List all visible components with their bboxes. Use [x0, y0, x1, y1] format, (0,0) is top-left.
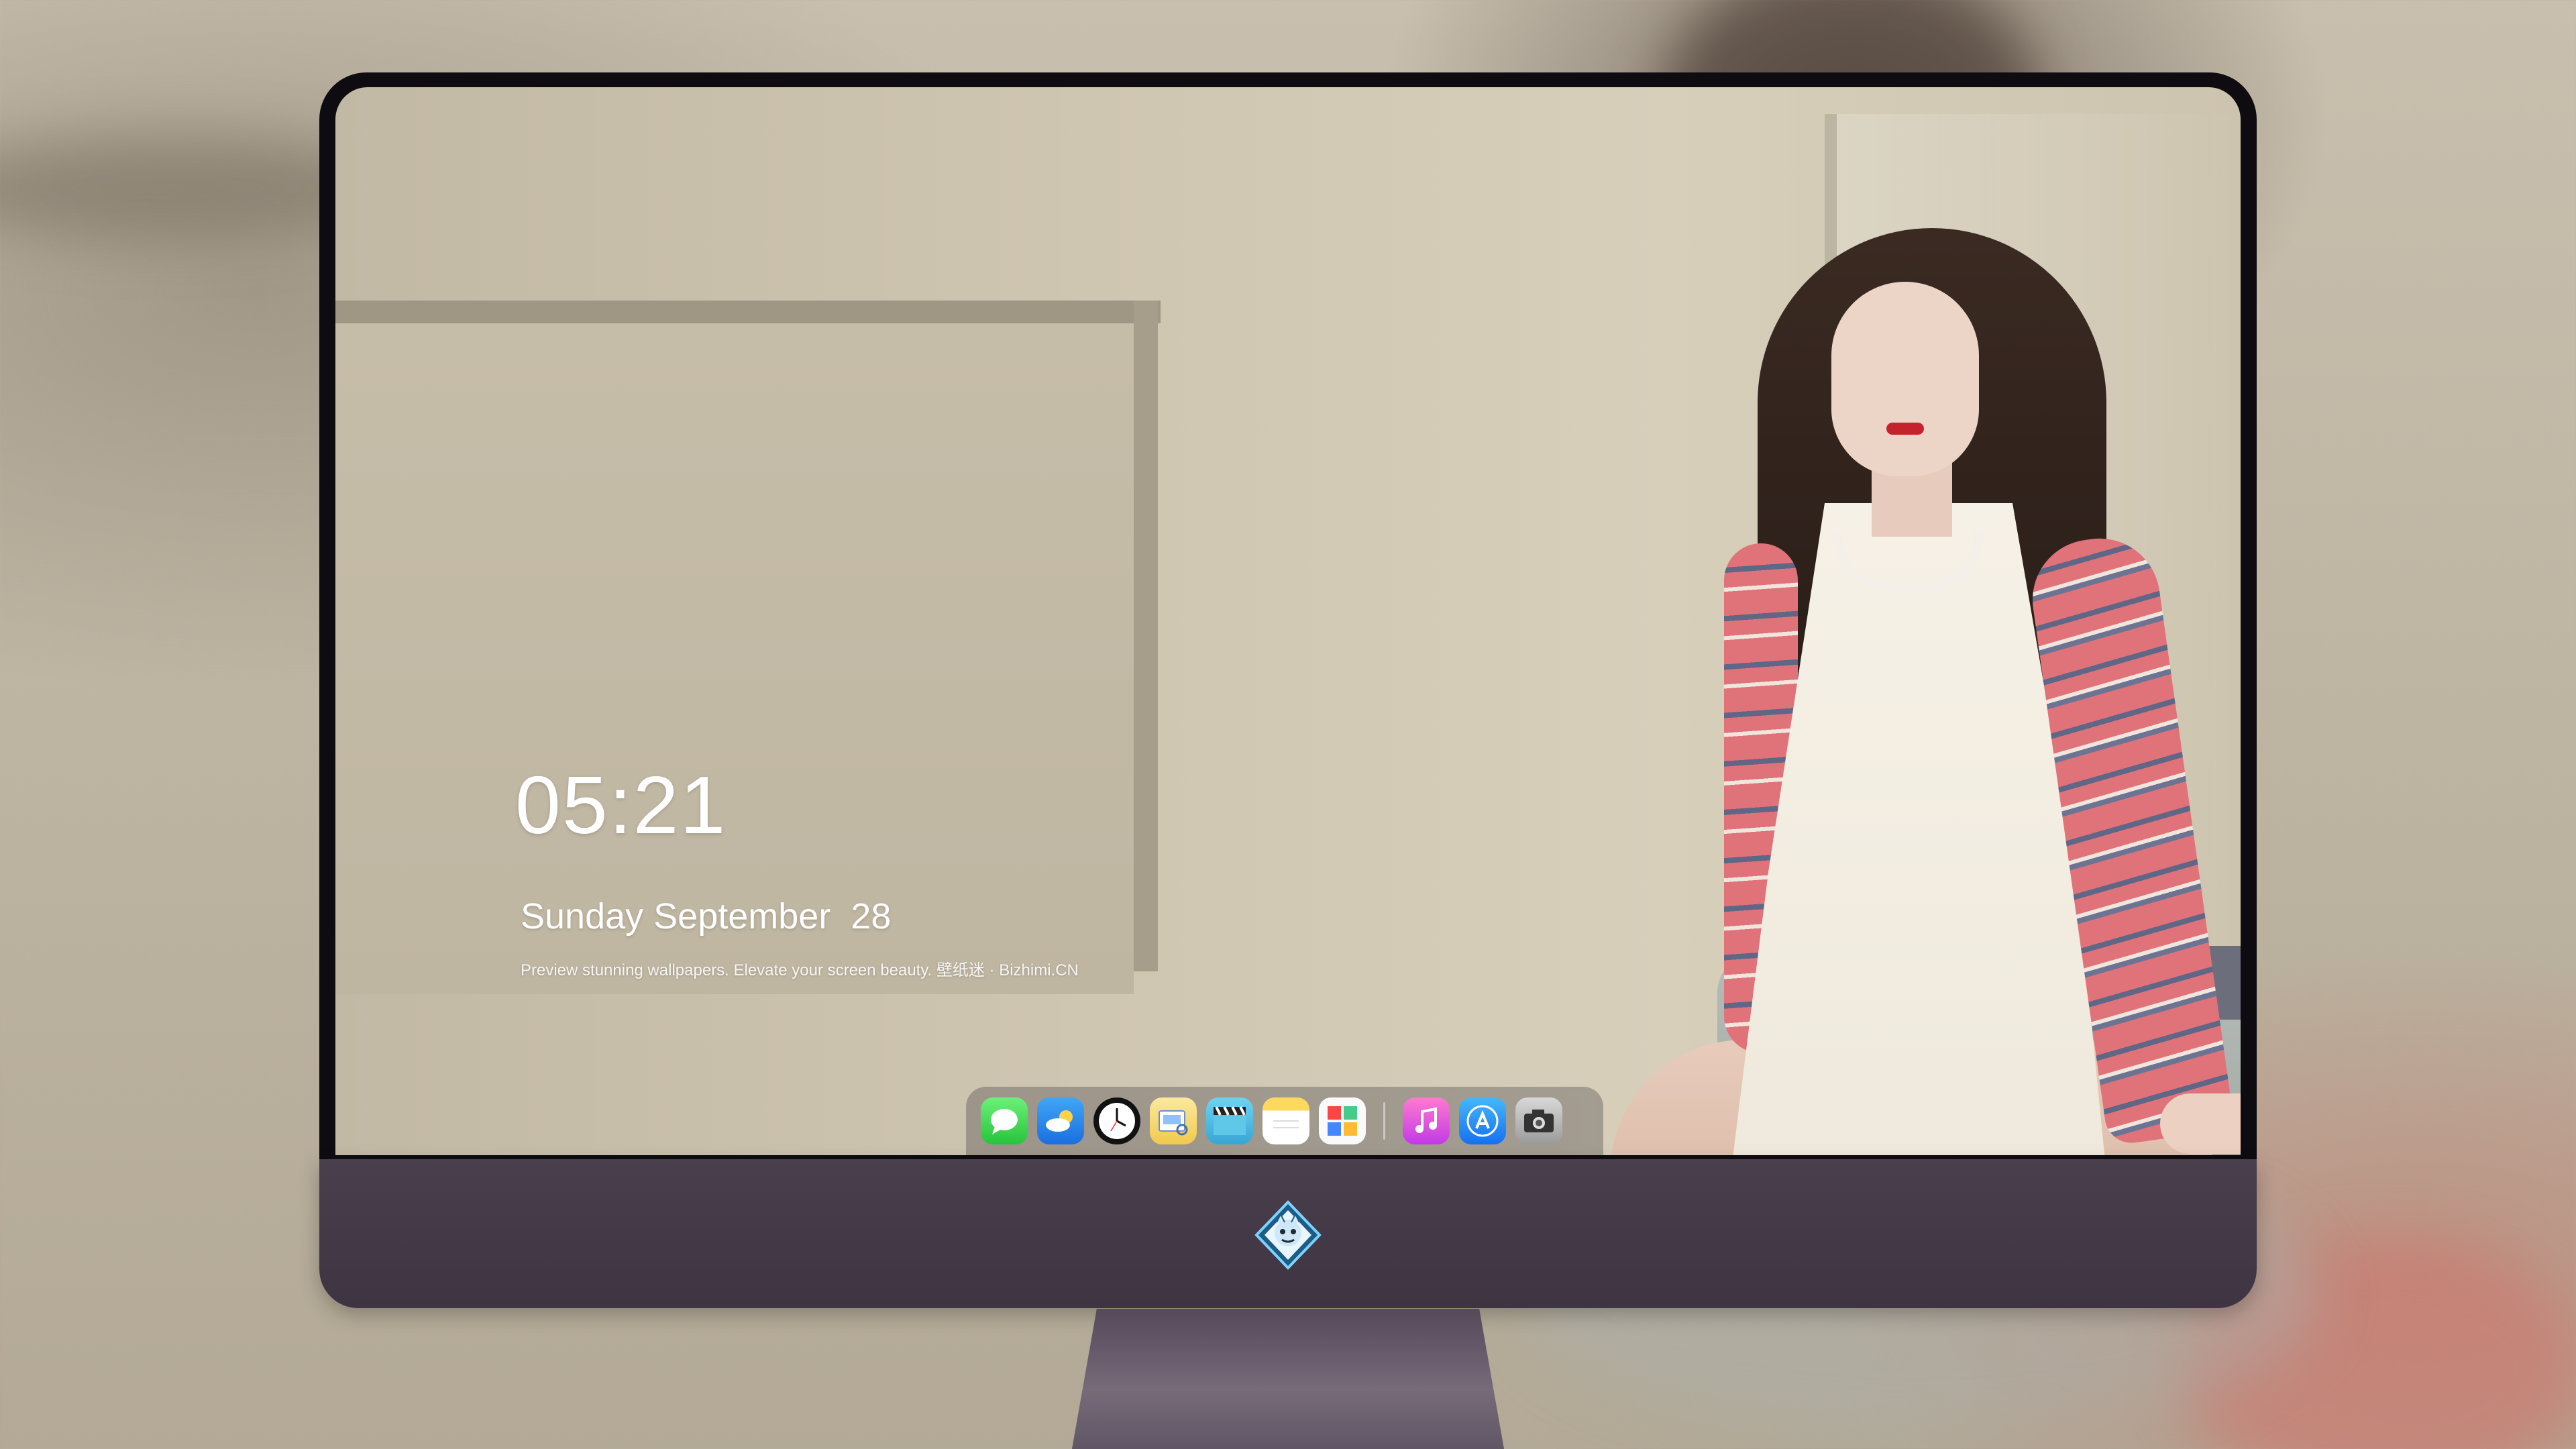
camera-icon[interactable] — [1515, 1097, 1562, 1144]
music-icon[interactable] — [1403, 1097, 1450, 1144]
monitor: 05:21 Sunday September 28 Preview stunni… — [319, 72, 2257, 1449]
monitor-stand — [1071, 1309, 1505, 1449]
dock — [966, 1087, 1603, 1155]
clips-icon[interactable] — [1206, 1097, 1253, 1144]
notes-icon[interactable] — [1263, 1097, 1309, 1144]
wallpaper-person — [1476, 127, 2241, 1155]
app-store-icon[interactable] — [1459, 1097, 1506, 1144]
screen: 05:21 Sunday September 28 Preview stunni… — [335, 87, 2241, 1155]
lock-screen-tagline: Preview stunning wallpapers. Elevate you… — [521, 961, 1079, 979]
messages-icon[interactable] — [981, 1097, 1028, 1144]
weather-icon[interactable] — [1037, 1097, 1084, 1144]
dock-separator — [1383, 1102, 1385, 1140]
lock-screen-time: 05:21 — [515, 759, 727, 851]
preview-icon[interactable] — [1150, 1097, 1197, 1144]
brand-logo-icon — [1252, 1199, 1324, 1271]
lock-screen-date: Sunday September 28 — [521, 896, 892, 936]
clock-icon[interactable] — [1093, 1097, 1140, 1144]
photos-icon[interactable] — [1319, 1097, 1366, 1144]
